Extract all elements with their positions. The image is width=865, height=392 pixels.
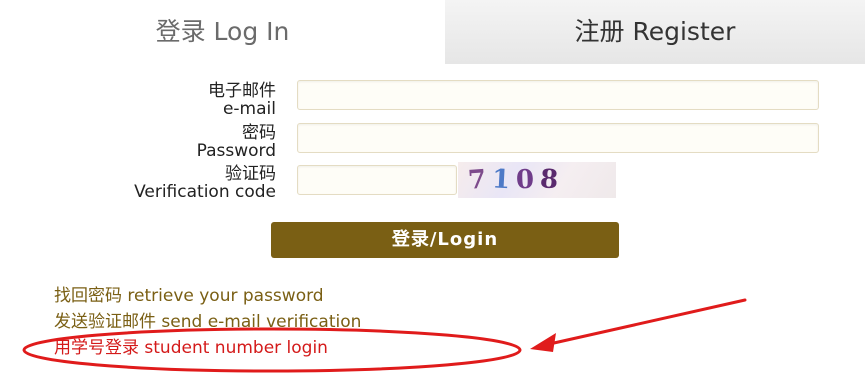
captcha-digit: 7 xyxy=(466,164,494,196)
captcha-digit: 8 xyxy=(539,164,566,196)
password-field[interactable] xyxy=(297,123,819,153)
captcha-image[interactable]: 7 1 0 8 xyxy=(458,162,616,198)
verification-code-field[interactable] xyxy=(297,165,457,195)
password-label: 密码 Password xyxy=(6,124,276,160)
password-label-en: Password xyxy=(196,141,276,161)
student-number-login-link[interactable]: 用学号登录 student number login xyxy=(54,338,328,358)
pointer-arrow-head xyxy=(530,333,556,352)
login-button[interactable]: 登录/Login xyxy=(271,222,619,258)
captcha-digit: 1 xyxy=(491,164,517,196)
verification-label-en: Verification code xyxy=(134,182,276,202)
pointer-arrow-shaft xyxy=(543,298,747,347)
password-label-cn: 密码 xyxy=(242,123,276,143)
email-label-cn: 电子邮件 xyxy=(208,81,276,101)
verification-label-cn: 验证码 xyxy=(225,164,276,184)
email-field[interactable] xyxy=(297,80,819,110)
send-verification-link[interactable]: 发送验证邮件 send e-mail verification xyxy=(54,312,361,332)
retrieve-password-link[interactable]: 找回密码 retrieve your password xyxy=(54,286,324,306)
tab-register[interactable]: 注册 Register xyxy=(445,0,865,64)
verification-label: 验证码 Verification code xyxy=(6,165,276,201)
email-label-en: e-mail xyxy=(222,99,276,119)
email-label: 电子邮件 e-mail xyxy=(6,82,276,118)
captcha-digit: 0 xyxy=(515,164,541,196)
tab-login[interactable]: 登录 Log In xyxy=(0,0,445,64)
